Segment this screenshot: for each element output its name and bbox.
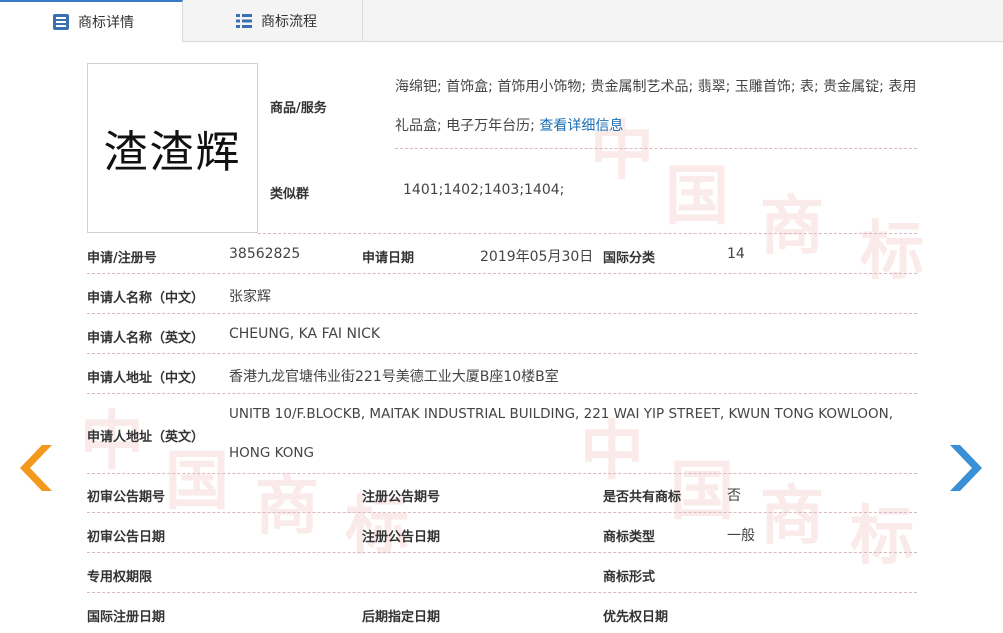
prelim-pub-date-label: 初审公告日期 (87, 530, 166, 545)
applicant-en-value: CHEUNG, KA FAI NICK (229, 326, 381, 342)
intl-class-label: 国际分类 (603, 251, 656, 266)
divider (395, 148, 917, 149)
chevron-right-icon (950, 445, 982, 491)
divider (87, 393, 917, 394)
address-en-line-1: UNITB 10/F.BLOCKB, MAITAK INDUSTRIAL BUI… (229, 406, 894, 422)
goods-services-line-1: 海绵钯; 首饰盒; 首饰用小饰物; 贵金属制艺术品; 翡翠; 玉雕首饰; 表; … (395, 79, 917, 95)
divider (87, 273, 917, 274)
divider (87, 353, 917, 354)
divider (87, 592, 917, 593)
address-en-label: 申请人地址（英文） (87, 430, 205, 445)
intl-class-value: 14 (727, 246, 745, 262)
priority-date-label: 优先权日期 (603, 610, 669, 625)
tab-bar: 商标详情 商标流程 (0, 0, 1003, 42)
applicant-en-label: 申请人名称（英文） (87, 331, 205, 346)
later-designation-label: 后期指定日期 (362, 610, 441, 625)
similar-group-value: 1401;1402;1403;1404; (403, 182, 565, 198)
divider (87, 552, 917, 553)
trademark-wordmark: 渣渣辉 (103, 127, 242, 178)
trademark-image: 渣渣辉 (87, 63, 258, 233)
tab-trademark-process[interactable]: 商标流程 (183, 0, 363, 41)
watermark-char: 商 (255, 470, 319, 544)
address-cn-label: 申请人地址（中文） (87, 371, 205, 386)
watermark-char: 标 (850, 500, 914, 574)
divider (87, 313, 917, 314)
similar-group-label: 类似群 (270, 187, 310, 202)
shared-tm-value: 否 (727, 488, 741, 504)
watermark-char: 商 (760, 480, 824, 554)
goods-services-line-2-text: 礼品盒; 电子万年台历; (395, 118, 535, 134)
intl-reg-date-label: 国际注册日期 (87, 610, 166, 625)
exclusive-period-label: 专用权期限 (87, 570, 153, 585)
divider (87, 512, 917, 513)
tab-label: 商标详情 (78, 15, 134, 31)
applicant-cn-value: 张家辉 (229, 289, 271, 305)
tm-type-label: 商标类型 (603, 530, 656, 545)
view-details-link[interactable]: 查看详细信息 (539, 118, 623, 134)
address-cn-value: 香港九龙官塘伟业街221号美德工业大厦B座10楼B室 (229, 369, 559, 385)
reg-no-label: 申请/注册号 (87, 251, 157, 266)
watermark-char: 中 (590, 115, 654, 189)
tab-label: 商标流程 (261, 13, 317, 30)
document-list-icon (52, 13, 70, 31)
next-arrow-button[interactable] (948, 443, 982, 493)
reg-pub-date-label: 注册公告日期 (362, 530, 441, 545)
divider (87, 473, 917, 474)
app-date-value: 2019年05月30日 (480, 249, 594, 265)
address-en-line-2: HONG KONG (229, 445, 314, 461)
tm-form-label: 商标形式 (603, 570, 656, 585)
chevron-left-icon (20, 445, 52, 491)
watermark-char: 国 (665, 160, 729, 234)
prelim-pub-no-label: 初审公告期号 (87, 490, 166, 505)
goods-services-line-2: 礼品盒; 电子万年台历; 查看详细信息 (395, 115, 623, 135)
shared-tm-label: 是否共有商标 (603, 490, 682, 505)
goods-services-label: 商品/服务 (270, 101, 327, 116)
tab-trademark-details[interactable]: 商标详情 (0, 0, 183, 42)
reg-pub-no-label: 注册公告期号 (362, 490, 441, 505)
tm-type-value: 一般 (727, 528, 755, 544)
prev-arrow-button[interactable] (20, 443, 54, 493)
watermark-char: 标 (860, 215, 924, 289)
applicant-cn-label: 申请人名称（中文） (87, 291, 205, 306)
reg-no-value: 38562825 (229, 246, 301, 262)
grid-list-icon (235, 12, 253, 30)
divider (258, 233, 917, 234)
watermark-char: 商 (760, 190, 824, 264)
app-date-label: 申请日期 (362, 251, 415, 266)
